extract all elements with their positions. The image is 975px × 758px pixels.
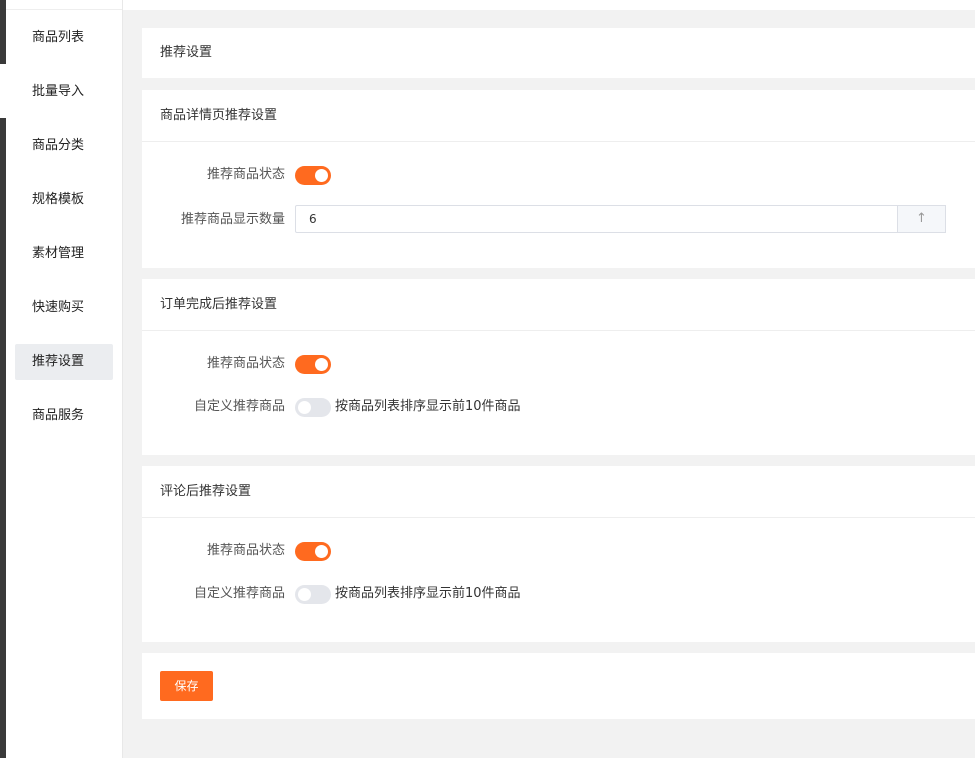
detail-count-label: 推荐商品显示数量 <box>180 212 285 227</box>
sidebar-item-spec-template[interactable]: 规格模板 <box>15 182 113 218</box>
detail-status-label: 推荐商品状态 <box>206 167 285 182</box>
save-button[interactable]: 保存 <box>160 671 213 701</box>
switch-knob <box>315 169 328 182</box>
review-custom-switch[interactable] <box>295 585 331 604</box>
sidebar-item-quick-buy[interactable]: 快速购买 <box>15 290 113 326</box>
save-card: 保存 <box>142 653 975 719</box>
review-status-label: 推荐商品状态 <box>206 543 285 558</box>
arrow-up-icon[interactable]: ↑ <box>898 205 946 233</box>
review-status-row: 推荐商品状态 <box>142 536 975 566</box>
detail-count-input[interactable]: 6 <box>295 205 898 233</box>
switch-knob <box>298 588 311 601</box>
sidebar: 商品列表 批量导入 商品分类 规格模板 素材管理 快速购买 推荐设置 商品服务 <box>6 0 123 758</box>
sidebar-item-product-list[interactable]: 商品列表 <box>15 20 113 56</box>
switch-knob <box>298 401 311 414</box>
order-custom-label: 自定义推荐商品 <box>193 399 285 414</box>
order-status-switch[interactable] <box>295 355 331 374</box>
review-status-switch[interactable] <box>295 542 331 561</box>
review-custom-label: 自定义推荐商品 <box>193 586 285 601</box>
switch-knob <box>315 358 328 371</box>
switch-knob <box>315 545 328 558</box>
page-title: 推荐设置 <box>160 45 213 60</box>
order-status-label: 推荐商品状态 <box>206 356 285 371</box>
sidebar-item-product-category[interactable]: 商品分类 <box>15 128 113 164</box>
order-custom-desc: 按商品列表排序显示前10件商品 <box>335 399 521 414</box>
detail-status-row: 推荐商品状态 <box>142 160 975 190</box>
order-custom-switch[interactable] <box>295 398 331 417</box>
order-custom-row: 自定义推荐商品 按商品列表排序显示前10件商品 <box>142 392 975 422</box>
section-title: 评论后推荐设置 <box>142 466 975 518</box>
detail-status-switch[interactable] <box>295 166 331 185</box>
sidebar-divider <box>6 9 122 10</box>
review-custom-desc: 按商品列表排序显示前10件商品 <box>335 586 521 601</box>
sidebar-item-material-manage[interactable]: 素材管理 <box>15 236 113 272</box>
sidebar-item-recommend-settings[interactable]: 推荐设置 <box>15 344 113 380</box>
page-title-card: 推荐设置 <box>142 28 975 78</box>
section-title: 订单完成后推荐设置 <box>142 279 975 331</box>
review-custom-row: 自定义推荐商品 按商品列表排序显示前10件商品 <box>142 579 975 609</box>
sidebar-item-batch-import[interactable]: 批量导入 <box>15 74 113 110</box>
detail-recommend-card: 商品详情页推荐设置 推荐商品状态 推荐商品显示数量 6 ↑ <box>142 90 975 268</box>
detail-count-row: 推荐商品显示数量 6 ↑ <box>142 205 975 235</box>
sidebar-item-product-service[interactable]: 商品服务 <box>15 398 113 434</box>
top-bar <box>123 0 975 10</box>
review-recommend-card: 评论后推荐设置 推荐商品状态 自定义推荐商品 按商品列表排序显示前10件商品 <box>142 466 975 642</box>
order-status-row: 推荐商品状态 <box>142 349 975 379</box>
section-title: 商品详情页推荐设置 <box>142 90 975 142</box>
order-recommend-card: 订单完成后推荐设置 推荐商品状态 自定义推荐商品 按商品列表排序显示前10件商品 <box>142 279 975 455</box>
